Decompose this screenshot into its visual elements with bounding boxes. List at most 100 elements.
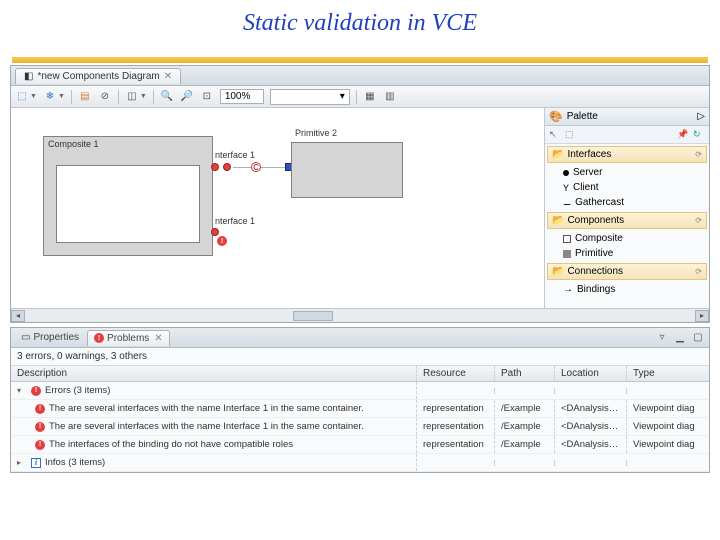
editor-toolbar: ⬚▼ ❄▼ ▤ ⊘ ◫▼ 🔍 🔎 ⊡ ▾ ▦ ▥ — [11, 86, 709, 108]
problems-summary: 3 errors, 0 warnings, 3 others — [11, 348, 709, 366]
separator — [356, 90, 357, 104]
editor-tab-diagram[interactable]: ◧ *new Components Diagram ✕ — [15, 68, 181, 84]
cell-type: Viewpoint diag — [627, 418, 709, 435]
scroll-right-icon[interactable]: ▸ — [695, 310, 709, 322]
item-label: Bindings — [577, 284, 615, 295]
interface-label: nterface 1 — [215, 216, 255, 226]
hide-icon[interactable]: ⊘ — [98, 90, 112, 104]
composite-component[interactable]: Composite 1 — [43, 136, 213, 256]
problems-body: ▾!Errors (3 items)!The are several inter… — [11, 382, 709, 472]
cell-loc: <DAnalysis>::< — [555, 436, 627, 453]
cell-loc: <DAnalysis>::< — [555, 400, 627, 417]
col-resource[interactable]: Resource — [417, 366, 495, 381]
tool-layer-dropdown[interactable]: ❄▼ — [43, 90, 65, 104]
table-row[interactable]: !The are several interfaces with the nam… — [11, 418, 709, 436]
chevron-down-icon: ▼ — [140, 93, 147, 100]
binding-error-marker: C — [251, 162, 261, 172]
editor-tab-bar: ◧ *new Components Diagram ✕ — [11, 66, 709, 86]
item-label: Client — [573, 182, 599, 193]
zoom-out-icon[interactable]: 🔎 — [180, 90, 194, 104]
info-icon: i — [31, 458, 41, 468]
ide-window: ◧ *new Components Diagram ✕ ⬚▼ ❄▼ ▤ ⊘ ◫▼… — [10, 65, 710, 323]
properties-icon: ▭ — [21, 332, 30, 343]
port-server[interactable] — [223, 163, 231, 171]
zoom-in-icon[interactable]: 🔍 — [160, 90, 174, 104]
cell-text: Errors (3 items) — [45, 385, 110, 396]
palette-item-primitive[interactable]: Primitive — [545, 246, 709, 261]
close-icon[interactable]: ✕ — [164, 71, 172, 82]
port-server[interactable] — [211, 228, 219, 236]
palette-section-interfaces[interactable]: 📂 Interfaces ⟳ — [547, 146, 707, 163]
error-icon: ! — [35, 440, 45, 450]
cell-res: representation — [417, 436, 495, 453]
cell-type: Viewpoint diag — [627, 436, 709, 453]
cell-res: representation — [417, 418, 495, 435]
client-icon: Y — [563, 183, 569, 193]
maximize-icon[interactable]: ▢ — [691, 331, 705, 345]
scroll-track[interactable] — [25, 310, 695, 322]
primitive-title: Primitive 2 — [295, 128, 337, 138]
col-location[interactable]: Location — [555, 366, 627, 381]
palette-icon: 🎨 — [549, 110, 563, 123]
item-label: Gathercast — [575, 197, 624, 208]
cell-text: Infos (3 items) — [45, 457, 105, 468]
minimize-icon[interactable]: ▁ — [673, 331, 687, 345]
zoom-fit-icon[interactable]: ⊡ — [200, 90, 214, 104]
col-description[interactable]: Description — [11, 366, 417, 381]
grid-icon[interactable]: ▦ — [363, 90, 377, 104]
table-row[interactable]: ▸ i Infos (3 items) — [11, 454, 709, 472]
palette-item-composite[interactable]: Composite — [545, 231, 709, 246]
section-label: Components — [567, 215, 624, 226]
tab-properties[interactable]: ▭ Properties — [15, 330, 85, 345]
scroll-left-icon[interactable]: ◂ — [11, 310, 25, 322]
cell-res — [417, 460, 495, 466]
layout-icon: ◫ — [125, 90, 139, 104]
cell-type — [627, 388, 709, 394]
primitive-component[interactable] — [291, 142, 403, 198]
close-icon[interactable]: ✕ — [154, 333, 162, 344]
view-menu-icon[interactable]: ▿ — [655, 331, 669, 345]
chevron-down-icon: ▾ — [340, 91, 345, 102]
table-row[interactable]: ▾!Errors (3 items) — [11, 382, 709, 400]
port-server[interactable] — [211, 163, 219, 171]
palette-item-bindings[interactable]: →Bindings — [545, 282, 709, 297]
expander-icon[interactable]: ▸ — [17, 458, 27, 467]
cursor-icon[interactable]: ↖ — [549, 129, 561, 141]
scroll-thumb[interactable] — [293, 311, 333, 321]
table-row[interactable]: !The interfaces of the binding do not ha… — [11, 436, 709, 454]
folder-icon: 📂 — [552, 215, 564, 226]
refresh-icon[interactable]: ↻ — [693, 129, 705, 141]
tool-select-dropdown[interactable]: ⬚▼ — [15, 90, 37, 104]
palette-section-components[interactable]: 📂 Components ⟳ — [547, 212, 707, 229]
cell-type — [627, 460, 709, 466]
canvas-scrollbar[interactable]: ◂ ▸ — [11, 308, 709, 322]
snap-icon[interactable]: ▥ — [383, 90, 397, 104]
zoom-dropdown[interactable]: ▾ — [270, 89, 350, 105]
filter-icon[interactable]: ▤ — [78, 90, 92, 104]
col-type[interactable]: Type — [627, 366, 709, 381]
editor-tab-label: *new Components Diagram — [37, 71, 159, 82]
table-row[interactable]: !The are several interfaces with the nam… — [11, 400, 709, 418]
server-icon — [563, 170, 569, 176]
expander-icon[interactable]: ▾ — [17, 386, 27, 395]
marquee-icon[interactable]: ⬚ — [565, 129, 577, 141]
drawer-icon: ⟳ — [695, 267, 702, 276]
palette-section-connections[interactable]: 📂 Connections ⟳ — [547, 263, 707, 280]
tab-problems[interactable]: ! Problems ✕ — [87, 330, 170, 346]
problems-panel: ▭ Properties ! Problems ✕ ▿ ▁ ▢ 3 errors… — [10, 327, 710, 473]
palette-header[interactable]: 🎨 Palette ▷ — [545, 108, 709, 126]
zoom-input[interactable] — [220, 89, 264, 104]
pin-icon[interactable]: 📌 — [677, 129, 689, 141]
section-label: Connections — [567, 266, 623, 277]
composite-title: Composite 1 — [48, 139, 99, 149]
palette-title: Palette — [567, 111, 598, 122]
col-path[interactable]: Path — [495, 366, 555, 381]
page-title: Static validation in VCE — [0, 0, 720, 57]
diagram-canvas[interactable]: Composite 1 nterface 1 Interface 1 nterf… — [11, 108, 545, 308]
tool-layout-dropdown[interactable]: ◫▼ — [125, 90, 147, 104]
palette-item-gathercast[interactable]: ⚊Gathercast — [545, 195, 709, 210]
collapse-icon[interactable]: ▷ — [697, 111, 705, 122]
palette-item-client[interactable]: Y Client — [545, 180, 709, 195]
cell-loc — [555, 388, 627, 394]
palette-item-server[interactable]: Server — [545, 165, 709, 180]
